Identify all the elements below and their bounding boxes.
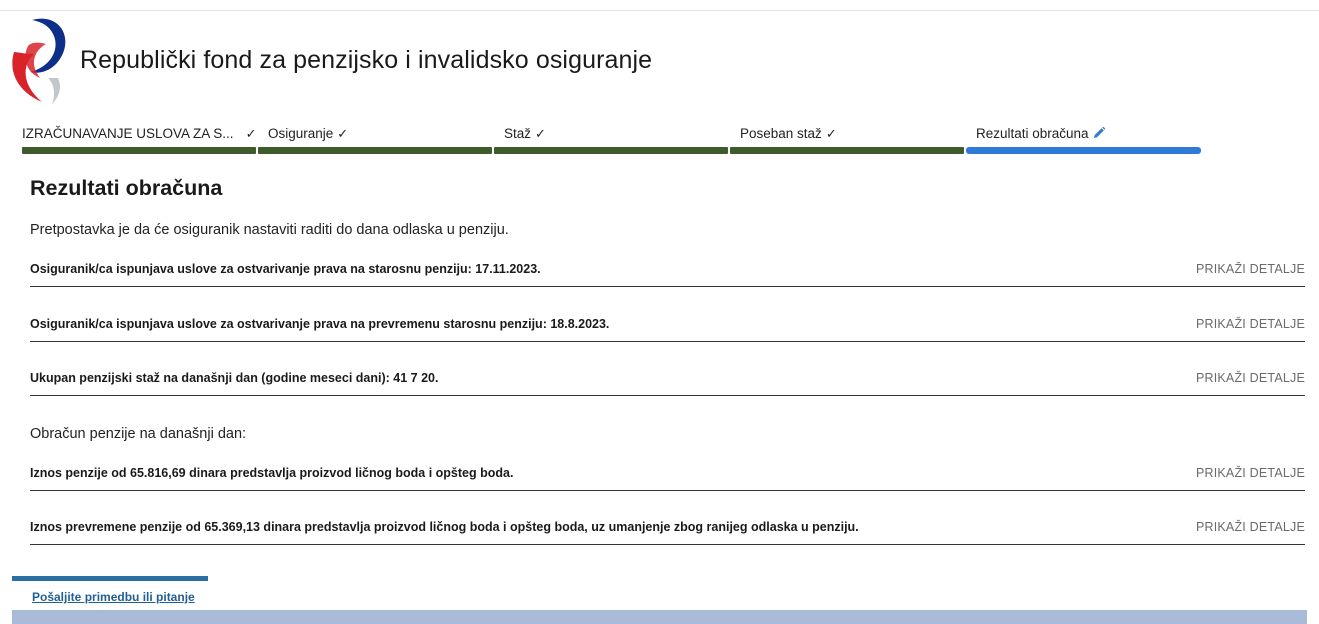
step-progress-bar [258,147,492,154]
step-staz[interactable]: Staž ✓ [494,126,728,154]
step-progress-bar [966,147,1201,154]
step-label: Osiguranje [268,126,334,141]
show-details-link[interactable]: PRIKAŽI DETALJE [1196,466,1305,480]
show-details-link[interactable]: PRIKAŽI DETALJE [1196,371,1305,385]
rfpio-logo-icon [12,18,66,104]
step-progress-bar [22,147,256,154]
result-text: Osiguranik/ca ispunjava uslove za ostvar… [30,262,541,276]
show-details-link[interactable]: PRIKAŽI DETALJE [1196,317,1305,331]
step-poseban-staz[interactable]: Poseban staž ✓ [730,126,964,154]
feedback-link[interactable]: Pošaljite primedbu ili pitanje [32,590,195,604]
step-rezultati-obracuna[interactable]: Rezultati obračuna [966,126,1201,154]
footer-band [12,610,1307,624]
step-label: Poseban staž [740,126,822,141]
step-izracunavanje[interactable]: IZRAČUNAVANJE USLOVA ZA S... ✓ [22,126,256,154]
show-details-link[interactable]: PRIKAŽI DETALJE [1196,262,1305,276]
step-label: Staž [504,126,532,141]
result-row: Ukupan penzijski staž na današnji dan (g… [30,371,1305,396]
pencil-icon [1093,126,1105,138]
intro-text: Pretpostavka je da će osiguranik nastavi… [30,222,509,238]
step-osiguranje[interactable]: Osiguranje ✓ [258,126,492,154]
step-label: Rezultati obračuna [976,126,1089,141]
result-text: Iznos penzije od 65.816,69 dinara predst… [30,466,514,480]
result-row: Osiguranik/ca ispunjava uslove za ostvar… [30,262,1305,287]
show-details-link[interactable]: PRIKAŽI DETALJE [1196,520,1305,534]
step-progress-bar [730,147,964,154]
step-progress-bar [494,147,728,154]
top-border [0,0,1319,11]
feedback-accent-bar [12,576,208,581]
result-text: Ukupan penzijski staž na današnji dan (g… [30,371,439,385]
check-icon: ✓ [535,126,546,141]
pension-row: Iznos penzije od 65.816,69 dinara predst… [30,466,1305,491]
check-icon: ✓ [245,126,257,141]
step-label: IZRAČUNAVANJE USLOVA ZA S... [22,126,234,141]
result-text: Osiguranik/ca ispunjava uslove za ostvar… [30,317,610,331]
page-title: Rezultati obračuna [30,176,223,200]
check-icon: ✓ [825,126,837,141]
check-icon: ✓ [337,126,349,141]
section-label: Obračun penzije na današnji dan: [30,426,247,442]
site-title: Republički fond za penzijsko i invalidsk… [80,46,653,74]
result-row: Osiguranik/ca ispunjava uslove za ostvar… [30,317,1305,342]
pension-row: Iznos prevremene penzije od 65.369,13 di… [30,520,1305,545]
result-text: Iznos prevremene penzije od 65.369,13 di… [30,520,859,534]
wizard-steps: IZRAČUNAVANJE USLOVA ZA S... ✓ Osiguranje… [22,126,1202,154]
